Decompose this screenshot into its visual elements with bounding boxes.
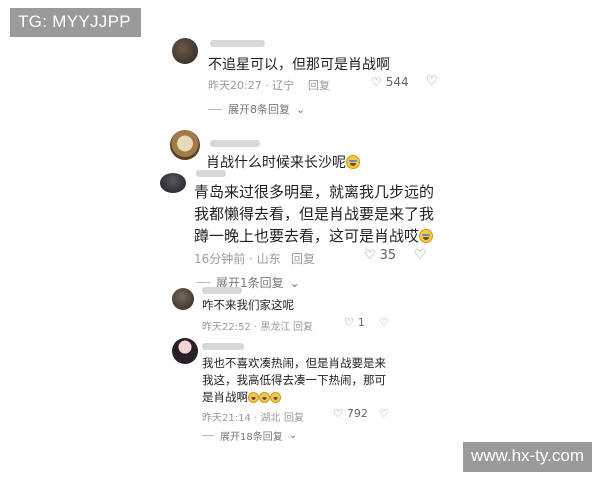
- comment-line-text: 是肖战啊: [202, 390, 248, 404]
- username-blurred: [196, 170, 226, 177]
- broken-heart-icon[interactable]: ♡: [379, 407, 389, 420]
- comment-line-text: 蹲一晚上也要去看，这可是肖战哎: [194, 227, 420, 245]
- avatar[interactable]: [172, 338, 198, 364]
- heart-outline-icon: ♡: [333, 407, 343, 420]
- crying-face-emoji: [270, 392, 281, 403]
- reply-button[interactable]: 回复: [293, 318, 313, 333]
- like-count: 35: [379, 248, 397, 263]
- broken-heart-icon[interactable]: ♡: [426, 74, 438, 89]
- like-count: 544: [385, 75, 409, 89]
- username-blurred: [202, 343, 244, 350]
- heart-outline-icon: ♡: [344, 316, 354, 329]
- username-blurred: [210, 140, 260, 147]
- avatar[interactable]: [170, 130, 200, 160]
- comment-line: 青岛来过很多明星，就离我几步远的: [194, 183, 435, 201]
- chevron-down-icon: ⌄: [296, 102, 306, 116]
- watermark-top-left: TG: MYYJJPP: [10, 8, 141, 37]
- comment-time-location: 16分钟前 · 山东: [194, 252, 281, 266]
- like-button[interactable]: ♡ 792: [333, 407, 368, 420]
- username-blurred: [210, 40, 265, 47]
- expand-divider: [196, 282, 210, 283]
- broken-heart-icon[interactable]: ♡: [414, 247, 427, 263]
- crying-face-emoji: [248, 392, 259, 403]
- reply-button[interactable]: 回复: [308, 77, 330, 93]
- comment-line: 蹲一晚上也要去看，这可是肖战哎: [194, 225, 434, 247]
- crying-face-emoji: [419, 229, 434, 243]
- heart-outline-icon: ♡: [371, 75, 382, 89]
- expand-divider: [202, 435, 214, 436]
- comment-line: 我也不喜欢凑热闹，但是肖战要是来: [202, 356, 386, 370]
- reply-button[interactable]: 回复: [291, 250, 315, 267]
- comment-text-body: 肖战什么时候来长沙呢: [206, 155, 346, 171]
- comment-time-location: 昨天22:52 · 黑龙江: [202, 322, 291, 333]
- avatar[interactable]: [172, 38, 198, 64]
- watermark-bottom-right: www.hx-ty.com: [462, 442, 592, 472]
- expand-replies-label: 展开8条回复: [228, 103, 290, 116]
- comment-text: 肖战什么时候来长沙呢: [206, 152, 360, 172]
- username-blurred: [202, 287, 242, 294]
- expand-replies-label: 展开18条回复: [220, 432, 283, 443]
- comment-text: 不追星可以，但那可是肖战啊: [208, 57, 390, 73]
- expand-divider: [208, 108, 222, 110]
- crying-face-emoji: [259, 392, 270, 403]
- like-count: 1: [357, 316, 365, 329]
- avatar[interactable]: [172, 288, 194, 310]
- reply-button[interactable]: 回复: [284, 409, 304, 424]
- like-button[interactable]: ♡ 1: [344, 316, 365, 329]
- like-button[interactable]: ♡ 544: [371, 75, 409, 89]
- expand-replies-button[interactable]: 展开18条回复 ⌄: [202, 428, 297, 443]
- avatar[interactable]: [160, 173, 186, 193]
- comment-text: 咋不来我们家这呢: [202, 298, 294, 312]
- chevron-down-icon: ⌄: [289, 275, 300, 290]
- comment-line: 我这，我高低得去凑一下热闹，那可: [202, 373, 386, 387]
- like-button[interactable]: ♡ 35: [364, 248, 396, 263]
- heart-outline-icon: ♡: [364, 248, 376, 263]
- chevron-down-icon: ⌄: [288, 430, 298, 441]
- crying-face-emoji: [346, 155, 360, 169]
- comment-time-location: 昨天21:14 · 湖北: [202, 413, 281, 424]
- comment-line: 我都懒得去看，但是肖战要是来了我: [194, 205, 435, 223]
- broken-heart-icon[interactable]: ♡: [379, 316, 389, 329]
- comment-line: 是肖战啊: [202, 389, 281, 406]
- like-count: 792: [346, 407, 368, 420]
- comment-time-location: 昨天20:27 · 辽宁: [208, 79, 295, 92]
- expand-replies-button[interactable]: 展开8条回复 ⌄: [208, 101, 305, 117]
